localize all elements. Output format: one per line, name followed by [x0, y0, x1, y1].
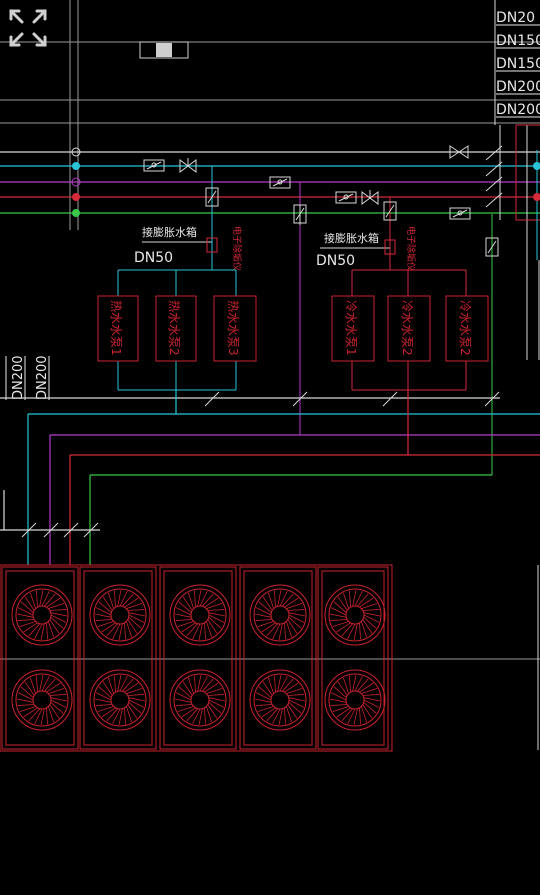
chiller-unit[interactable] — [239, 566, 317, 750]
fan-icon — [249, 669, 311, 731]
pipe-size-label: DN200 — [35, 355, 50, 400]
expansion-tank-label: 接膨胀水箱 — [324, 231, 379, 245]
cad-drawing-canvas[interactable]: DN20 DN150 DN150 DN200 DN200 DN200 DN200… — [0, 0, 540, 895]
hot-pump[interactable]: 热水水泵3 — [213, 295, 257, 362]
top-reference-lines — [0, 0, 540, 230]
cold-pump[interactable]: 冷水水泵2 — [387, 295, 431, 362]
expansion-tank-label: 接膨胀水箱 — [142, 225, 197, 239]
fan-icon — [89, 669, 151, 731]
pump-label: 热水水泵1 — [109, 300, 123, 356]
pump-label: 热水水泵3 — [226, 300, 240, 356]
expansion-tank-right: 接膨胀水箱 DN50 电子除垢仪 — [316, 197, 417, 271]
pump-label: 冷水水泵2 — [400, 300, 414, 356]
distribution-pipes — [0, 390, 540, 565]
fan-icon — [249, 584, 311, 646]
pump-label: 冷水水泵2 — [458, 300, 472, 356]
hot-pump[interactable]: 热水水泵1 — [97, 295, 139, 362]
pipe-size-label: DN150 — [496, 33, 540, 49]
pump-label: 冷水水泵1 — [344, 300, 358, 356]
chiller-unit[interactable] — [79, 566, 157, 750]
chiller-unit-bank — [0, 564, 393, 752]
pipe-size-labels-left: DN200 DN200 — [11, 355, 50, 400]
cold-pump[interactable]: 冷水水泵2 — [445, 295, 489, 362]
vertical-drops — [293, 182, 540, 435]
chiller-frame — [0, 564, 393, 752]
top-fitting — [139, 41, 189, 59]
pipe-size-label: DN20 — [496, 10, 535, 26]
chiller-unit[interactable] — [1, 566, 79, 750]
fan-icon — [324, 584, 386, 646]
pipe-size-label: DN200 — [496, 102, 540, 118]
fan-icon — [11, 669, 73, 731]
chiller-unit[interactable] — [317, 566, 389, 750]
fan-icon — [169, 669, 231, 731]
pipe-size-labels-right: DN20 DN150 DN150 DN200 DN200 — [496, 10, 540, 118]
gate-valve[interactable] — [179, 158, 197, 173]
expansion-tank-size: DN50 — [316, 253, 355, 269]
hot-pump[interactable]: 热水水泵2 — [155, 295, 197, 362]
chiller-unit[interactable] — [159, 566, 237, 750]
pipe-size-label: DN200 — [11, 355, 26, 400]
descaler-label: 电子除垢仪 — [405, 226, 417, 271]
fan-icon — [324, 669, 386, 731]
pump-label: 热水水泵2 — [167, 300, 181, 356]
fan-icon — [169, 584, 231, 646]
fan-icon — [11, 584, 73, 646]
pipe-size-label: DN200 — [496, 79, 540, 95]
fan-icon — [89, 584, 151, 646]
expansion-tank-size: DN50 — [134, 250, 173, 266]
pipe-size-label: DN150 — [496, 56, 540, 72]
expand-icon[interactable] — [6, 6, 50, 50]
descaler-label: 电子除垢仪 — [231, 226, 243, 271]
cold-pump[interactable]: 冷水水泵1 — [331, 295, 375, 362]
